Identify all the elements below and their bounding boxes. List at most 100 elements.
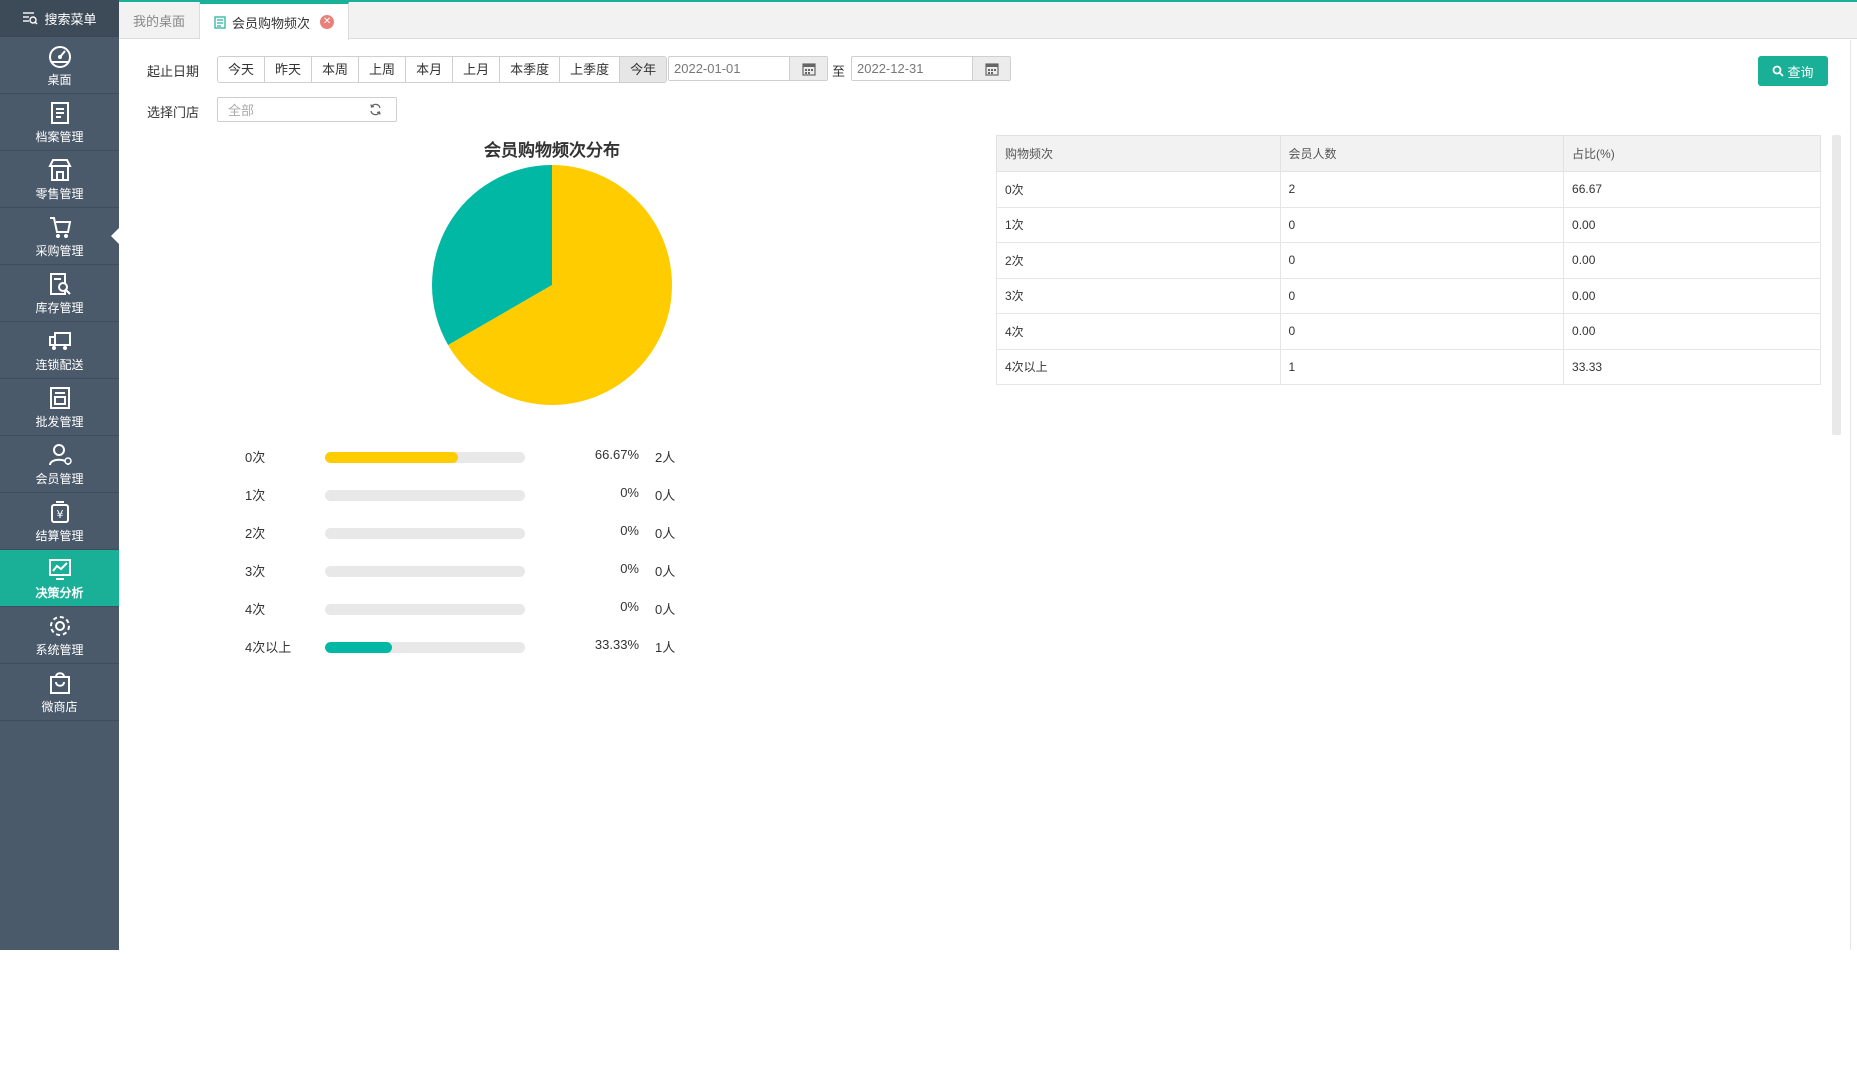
start-date-value: 2022-01-01 [674, 61, 741, 76]
wholesale-icon [49, 386, 70, 409]
sidebar-item-9[interactable]: 决策分析 [0, 550, 119, 607]
store-select-value: 全部 [228, 103, 255, 118]
frequency-bar-row: 1次 0% 0人 [245, 483, 695, 503]
store-icon [47, 158, 72, 181]
search-icon [1773, 65, 1785, 77]
table-row[interactable]: 4次以上 1 33.33 [996, 348, 1821, 385]
table-cell: 0.00 [1563, 242, 1821, 279]
progress-fill [325, 452, 459, 463]
table-cell: 0 [1279, 206, 1565, 243]
table-cell: 33.33 [1563, 348, 1821, 385]
delivery-icon [48, 331, 71, 350]
date-shortcut-button[interactable]: 本季度 [500, 57, 561, 82]
table-row[interactable]: 3次 0 0.00 [996, 277, 1821, 314]
sidebar-item-2[interactable]: 零售管理 [0, 151, 119, 208]
percent-label: 0% [620, 561, 639, 576]
search-menu-button[interactable]: 搜索菜单 [0, 0, 119, 37]
member-icon [48, 443, 72, 465]
sidebar-item-label: 档案管理 [35, 129, 84, 144]
tab-my-desktop[interactable]: 我的桌面 [119, 2, 201, 38]
archive-icon [50, 101, 69, 124]
count-label: 0人 [655, 602, 676, 617]
tab-member-frequency[interactable]: 会员购物频次 ✕ [200, 2, 350, 40]
frequency-bar-row: 4次 0% 0人 [245, 597, 695, 617]
sidebar-item-label: 会员管理 [35, 471, 84, 486]
query-button[interactable]: 查询 [1758, 56, 1828, 86]
sidebar-item-6[interactable]: 批发管理 [0, 379, 119, 436]
progress-track [325, 528, 525, 539]
sidebar-item-label: 连锁配送 [35, 357, 84, 372]
store-select[interactable]: 全部 [217, 97, 397, 122]
end-date-input[interactable]: 2022-12-31 [851, 56, 1011, 81]
sidebar-item-5[interactable]: 连锁配送 [0, 322, 119, 379]
percent-label: 0% [620, 523, 639, 538]
shop-bag-icon [49, 671, 70, 694]
sidebar-item-10[interactable]: 系统管理 [0, 607, 119, 664]
calendar-icon[interactable] [789, 57, 827, 80]
sidebar-item-label: 系统管理 [35, 642, 84, 657]
table-cell: 0.00 [1563, 277, 1821, 314]
table-row[interactable]: 0次 2 66.67 [996, 171, 1821, 208]
count-label: 0人 [655, 526, 676, 541]
count-label: 2人 [655, 450, 676, 465]
date-shortcut-button[interactable]: 上季度 [560, 57, 621, 82]
frequency-label: 3次 [245, 564, 266, 579]
tab-label: 我的桌面 [133, 13, 186, 29]
refresh-icon[interactable] [369, 103, 382, 116]
count-label: 0人 [655, 488, 676, 503]
sidebar-item-7[interactable]: 会员管理 [0, 436, 119, 493]
sidebar: 搜索菜单 桌面档案管理零售管理采购管理 库存管理连锁配送批发管理会员管理 ¥ 结算管理… [0, 0, 119, 950]
table-cell: 66.67 [1563, 171, 1821, 208]
sidebar-item-label: 结算管理 [35, 528, 84, 543]
menu-search-icon [23, 12, 38, 25]
tab-bar: 我的桌面 会员购物频次 ✕ [119, 2, 1857, 40]
date-shortcut-button[interactable]: 今年 [620, 57, 667, 82]
table-header-cell[interactable]: 会员人数 [1279, 135, 1565, 172]
table-cell: 0 [1279, 313, 1565, 350]
frequency-label: 1次 [245, 488, 266, 503]
table-row[interactable]: 4次 0 0.00 [996, 313, 1821, 350]
settings-icon [49, 615, 70, 636]
table-row[interactable]: 2次 0 0.00 [996, 242, 1821, 279]
sidebar-item-0[interactable]: 桌面 [0, 37, 119, 94]
table-cell: 1 [1279, 348, 1565, 385]
table-header-cell[interactable]: 占比(%) [1563, 135, 1821, 172]
date-shortcut-button[interactable]: 上周 [359, 57, 407, 82]
date-shortcut-button[interactable]: 本月 [406, 57, 454, 82]
table-cell: 0 [1279, 277, 1565, 314]
table-cell: 4次 [996, 313, 1281, 350]
date-shortcut-button[interactable]: 本周 [312, 57, 360, 82]
sidebar-item-8[interactable]: ¥ 结算管理 [0, 493, 119, 550]
sidebar-item-3[interactable]: 采购管理 [0, 208, 119, 265]
sidebar-item-label: 零售管理 [35, 186, 84, 201]
sidebar-item-1[interactable]: 档案管理 [0, 94, 119, 151]
table-row[interactable]: 1次 0 0.00 [996, 206, 1821, 243]
table-cell: 0 [1279, 242, 1565, 279]
tab-label: 会员购物频次 [232, 15, 311, 31]
table-header-cell[interactable]: 购物频次 [996, 135, 1281, 172]
sidebar-item-11[interactable]: 微商店 [0, 664, 119, 721]
settlement-icon: ¥ [50, 500, 69, 523]
date-range-label: 起止日期 [147, 64, 200, 79]
analysis-icon [48, 558, 71, 580]
purchase-icon [49, 216, 71, 238]
table-header-row: 购物频次 会员人数 占比(%) [996, 135, 1821, 172]
date-shortcut-button[interactable]: 今天 [218, 57, 266, 82]
end-date-value: 2022-12-31 [857, 61, 924, 76]
progress-track [325, 452, 525, 463]
calendar-icon[interactable] [972, 57, 1010, 80]
table-scrollbar[interactable] [1832, 135, 1841, 435]
table-cell: 0.00 [1563, 313, 1821, 350]
date-shortcut-button[interactable]: 上月 [453, 57, 501, 82]
flyout-pointer [111, 228, 119, 244]
table-cell: 4次以上 [996, 348, 1281, 385]
percent-label: 33.33% [594, 637, 639, 652]
tab-close-icon[interactable]: ✕ [320, 15, 335, 29]
date-shortcut-button[interactable]: 昨天 [265, 57, 313, 82]
progress-track [325, 490, 525, 501]
frequency-label: 0次 [245, 450, 266, 465]
frequency-table: 购物频次 会员人数 占比(%) 0次 2 66.67 1次 0 0.00 2次 0 0.00 3次 0 0… [996, 135, 1821, 385]
sidebar-item-4[interactable]: 库存管理 [0, 265, 119, 322]
start-date-input[interactable]: 2022-01-01 [668, 56, 828, 81]
chart-title: 会员购物频次分布 [484, 141, 620, 160]
